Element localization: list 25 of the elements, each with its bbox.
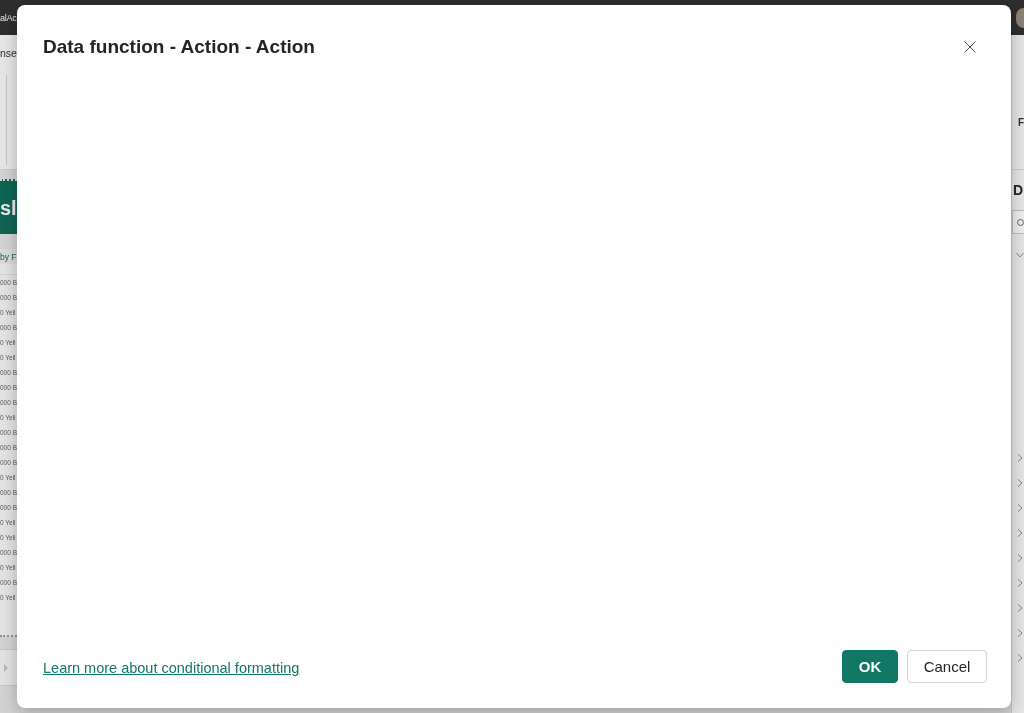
chevron-right-icon[interactable] bbox=[1016, 553, 1024, 562]
banner-title: sl bbox=[0, 195, 17, 220]
caret-right-icon[interactable] bbox=[4, 663, 8, 672]
cancel-button[interactable]: Cancel bbox=[907, 650, 987, 683]
search-icon bbox=[1017, 218, 1024, 226]
chevron-right-icon[interactable] bbox=[1016, 453, 1024, 462]
help-link[interactable]: Learn more about conditional formatting bbox=[43, 659, 300, 677]
pane-title: D bbox=[1013, 182, 1024, 198]
chevron-down-icon[interactable] bbox=[1016, 250, 1024, 259]
ok-button[interactable]: OK bbox=[842, 650, 898, 683]
chevron-right-icon[interactable] bbox=[1016, 578, 1024, 587]
chevron-right-icon[interactable] bbox=[1016, 603, 1024, 612]
search-field[interactable] bbox=[1012, 210, 1024, 234]
close-icon bbox=[964, 41, 976, 53]
chevron-right-icon[interactable] bbox=[1016, 653, 1024, 662]
chevron-right-icon[interactable] bbox=[1016, 528, 1024, 537]
chevron-right-icon[interactable] bbox=[1016, 503, 1024, 512]
pane-label: F bbox=[1018, 117, 1024, 129]
chevron-right-icon[interactable] bbox=[1016, 478, 1024, 487]
dialog-title: Data function - Action - Action bbox=[43, 35, 315, 59]
ribbon-tab[interactable]: nse bbox=[0, 47, 17, 59]
avatar-icon[interactable] bbox=[1016, 7, 1024, 28]
chevron-right-icon[interactable] bbox=[1016, 628, 1024, 637]
window-title: alAc bbox=[0, 12, 17, 23]
table-header: by F bbox=[0, 251, 17, 262]
